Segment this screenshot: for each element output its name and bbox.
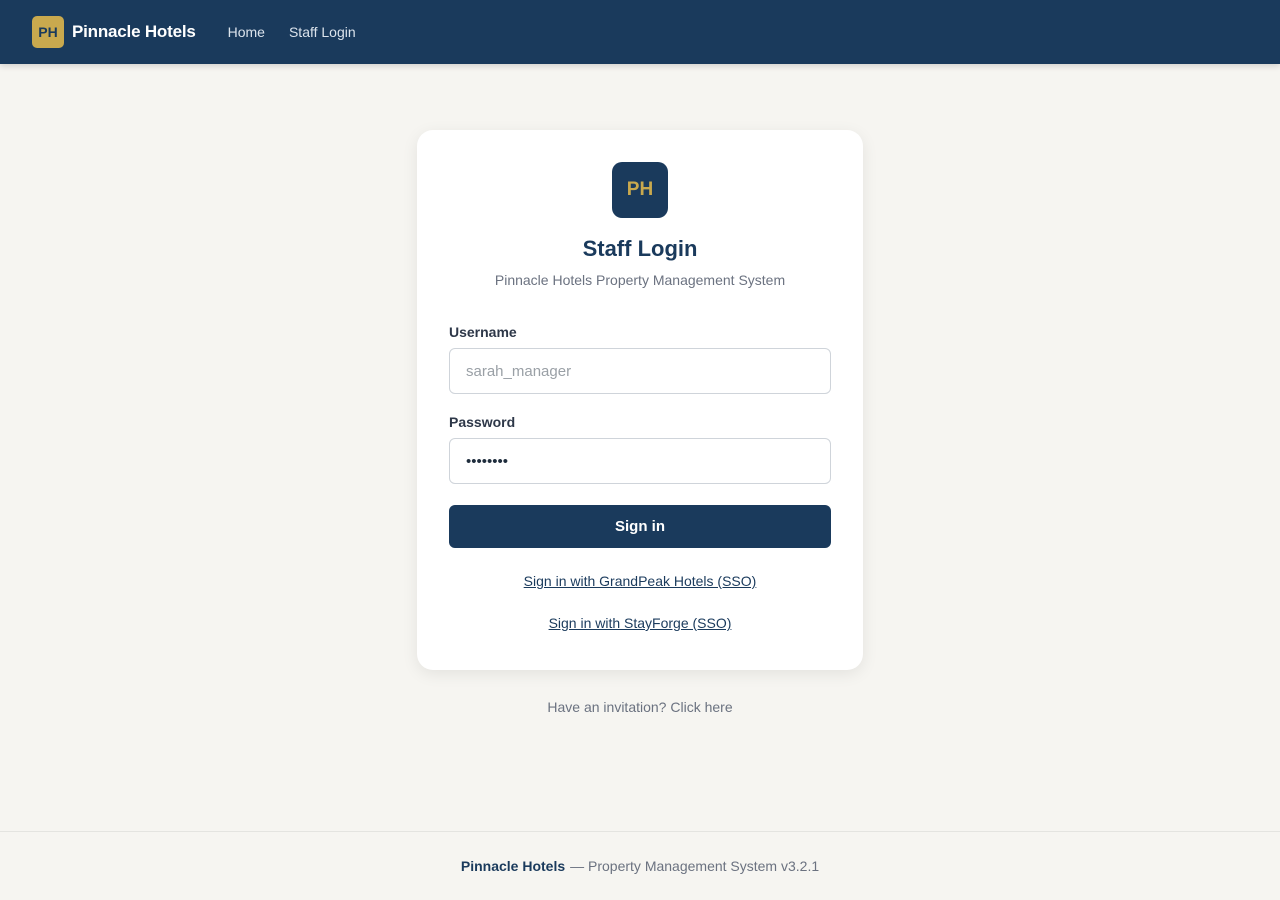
username-label: Username — [449, 324, 517, 340]
password-label: Password — [449, 414, 516, 430]
invitation-prompt: Have an invitation? Click here — [0, 699, 1280, 715]
nav-home-link[interactable]: Home — [228, 24, 265, 40]
invitation-link[interactable]: Click here — [670, 699, 732, 715]
footer-brand: Pinnacle Hotels — [460, 858, 566, 874]
invitation-text: Have an invitation? — [547, 699, 667, 715]
page-subtitle: Pinnacle Hotels Property Management Syst… — [494, 272, 786, 288]
login-logo-icon: PH — [612, 162, 668, 218]
sign-in-button[interactable]: Sign in — [449, 505, 831, 548]
brand-logo-icon: PH — [32, 16, 64, 48]
page-title: Staff Login — [582, 236, 698, 261]
password-input[interactable] — [449, 438, 831, 484]
nav-staff-login-link[interactable]: Staff Login — [289, 24, 356, 40]
sso-grandpeak-link[interactable]: Sign in with GrandPeak Hotels (SSO) — [449, 573, 831, 589]
page-footer: Pinnacle Hotels — Property Management Sy… — [0, 831, 1280, 900]
top-navbar: PH Pinnacle Hotels Home Staff Login — [0, 0, 1280, 64]
sso-stayforge-link[interactable]: Sign in with StayForge (SSO) — [449, 615, 831, 631]
brand-name: Pinnacle Hotels — [72, 22, 196, 41]
username-input[interactable] — [449, 348, 831, 394]
brand-home-link[interactable]: PH Pinnacle Hotels — [32, 16, 196, 48]
login-card: PH Staff Login Pinnacle Hotels Property … — [417, 130, 863, 670]
main-nav: Home Staff Login — [228, 24, 380, 40]
footer-version-text: — Property Management System v3.2.1 — [570, 858, 820, 874]
